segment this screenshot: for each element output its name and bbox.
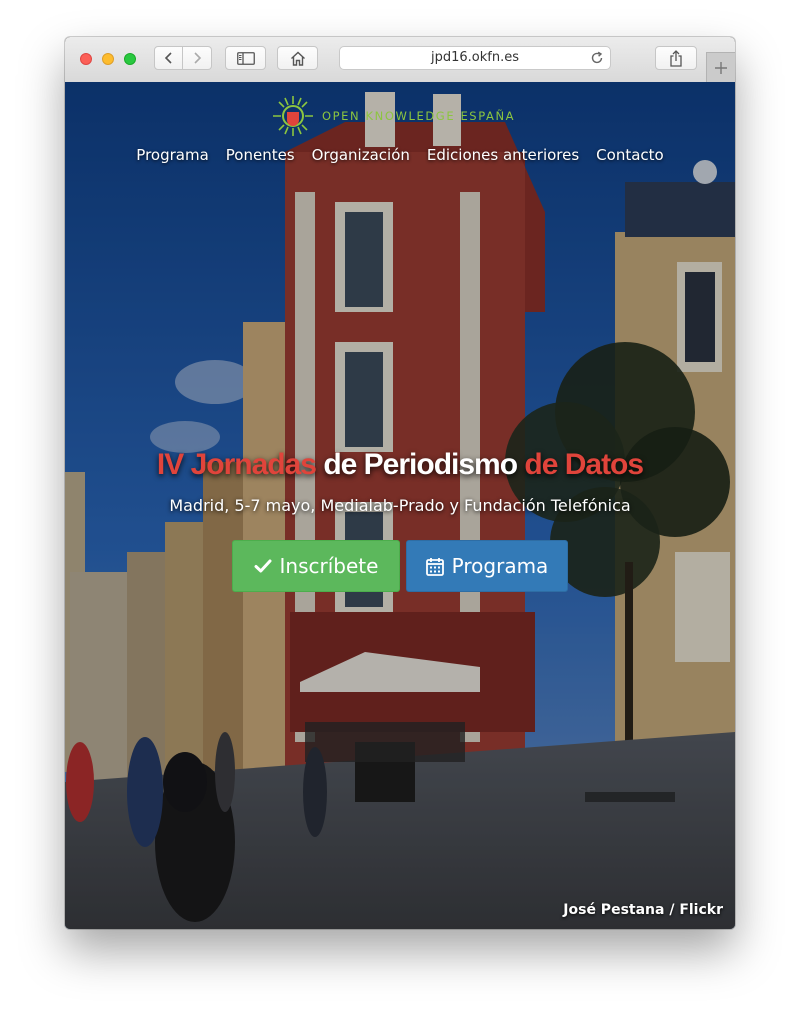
site-logo[interactable]: OPEN KNOWLEDGE ESPAÑA	[270, 94, 515, 138]
share-button[interactable]	[655, 46, 697, 70]
new-tab-button[interactable]	[706, 52, 735, 82]
nav-item-programa[interactable]: Programa	[136, 146, 208, 164]
photo-credit[interactable]: José Pestana / Flickr	[563, 902, 723, 918]
chevron-right-icon	[194, 52, 202, 64]
reload-icon[interactable]	[590, 51, 604, 65]
nav-item-organizacion[interactable]: Organización	[312, 146, 410, 164]
back-button[interactable]	[154, 46, 183, 70]
program-button[interactable]: Programa	[406, 540, 568, 592]
home-icon	[290, 51, 305, 66]
nav-item-ponentes[interactable]: Ponentes	[226, 146, 295, 164]
browser-window: jpd16.okfn.es OPEN KNOWLEDGE ESPAÑA Prog…	[65, 37, 735, 929]
forward-button[interactable]	[183, 46, 212, 70]
register-button-label: Inscríbete	[279, 554, 379, 578]
share-icon	[670, 49, 682, 67]
minimize-window-button[interactable]	[102, 53, 114, 65]
hero-title-edition: IV Jornadas	[156, 448, 317, 481]
sidebar-toggle-button[interactable]	[225, 46, 266, 70]
okfn-logo-icon	[273, 96, 313, 136]
address-bar-url: jpd16.okfn.es	[431, 50, 519, 65]
program-button-label: Programa	[451, 554, 549, 578]
sidebar-icon	[236, 51, 255, 65]
chevron-left-icon	[164, 52, 172, 64]
web-page: OPEN KNOWLEDGE ESPAÑA Programa Ponentes …	[65, 82, 735, 929]
nav-item-ediciones-anteriores[interactable]: Ediciones anteriores	[427, 146, 579, 164]
home-button[interactable]	[277, 46, 318, 70]
plus-icon	[715, 61, 727, 74]
browser-toolbar: jpd16.okfn.es	[65, 37, 735, 83]
site-logo-text: OPEN KNOWLEDGE ESPAÑA	[322, 109, 516, 123]
address-bar[interactable]: jpd16.okfn.es	[339, 46, 611, 70]
hero-title-middle: de Periodismo	[315, 448, 525, 481]
nav-item-contacto[interactable]: Contacto	[596, 146, 664, 164]
hero-subtitle: Madrid, 5-7 mayo, Medialab-Prado y Funda…	[169, 496, 631, 515]
register-button[interactable]: Inscríbete	[232, 540, 400, 592]
main-navigation: Programa Ponentes Organización Ediciones…	[65, 146, 735, 164]
close-window-button[interactable]	[80, 53, 92, 65]
hero-title-topic: de Datos	[524, 448, 644, 481]
check-icon	[254, 559, 272, 573]
calendar-icon	[425, 557, 444, 576]
hero-title: IV Jornadas de Periodismo de Datos	[65, 448, 735, 482]
zoom-window-button[interactable]	[124, 53, 136, 65]
